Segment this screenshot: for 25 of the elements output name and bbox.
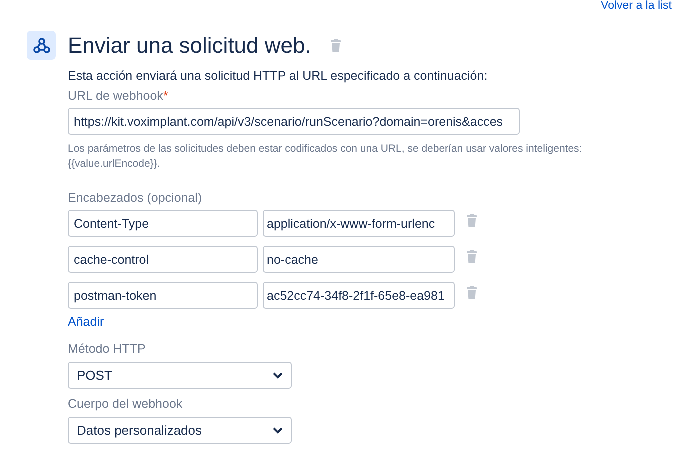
url-field-label: URL de webhook* (68, 89, 170, 103)
trash-icon[interactable] (467, 214, 477, 227)
select-dropdown[interactable]: Datos personalizados (68, 417, 292, 444)
back-to-list-link[interactable]: Volver a la list (601, 0, 672, 12)
help-text: Los parámetros de las solicitudes deben estar codificados con una URL, se deberían usar valores inteligentes: {{value.urlEncode}}. (68, 142, 584, 172)
action-description: Esta acción enviará una solicitud HTTP al URL especificado a continuación: (68, 69, 489, 83)
header-value-field[interactable]: ac52cc74-34f8-2f1f-65e8-ea981 (263, 282, 455, 309)
trash-icon[interactable] (467, 250, 477, 263)
method-label: Método HTTP (68, 342, 147, 356)
select-dropdown[interactable]: POST (68, 362, 292, 389)
chevron-down-icon (273, 372, 283, 379)
header-name-field[interactable]: Content-Type (68, 210, 258, 237)
body-label: Cuerpo del webhook (68, 397, 184, 411)
trash-icon[interactable] (331, 39, 342, 52)
header-name-field[interactable]: postman-token (68, 282, 258, 309)
trash-icon[interactable] (467, 286, 477, 299)
chevron-down-icon (273, 427, 283, 434)
url-input-field[interactable]: https://kit.voximplant.com/api/v3/scenario/runScenario?domain=orenis&acces (68, 108, 520, 135)
webhook-icon (27, 31, 56, 60)
action-title: Enviar una solicitud web. (68, 32, 312, 58)
header-value-field[interactable]: no-cache (263, 246, 455, 273)
header-name-field[interactable]: cache-control (68, 246, 258, 273)
add-header-link[interactable]: Añadir (68, 315, 104, 329)
header-value-field[interactable]: application/x-www-form-urlenc (263, 210, 455, 237)
headers-label: Encabezados (opcional) (68, 191, 204, 205)
